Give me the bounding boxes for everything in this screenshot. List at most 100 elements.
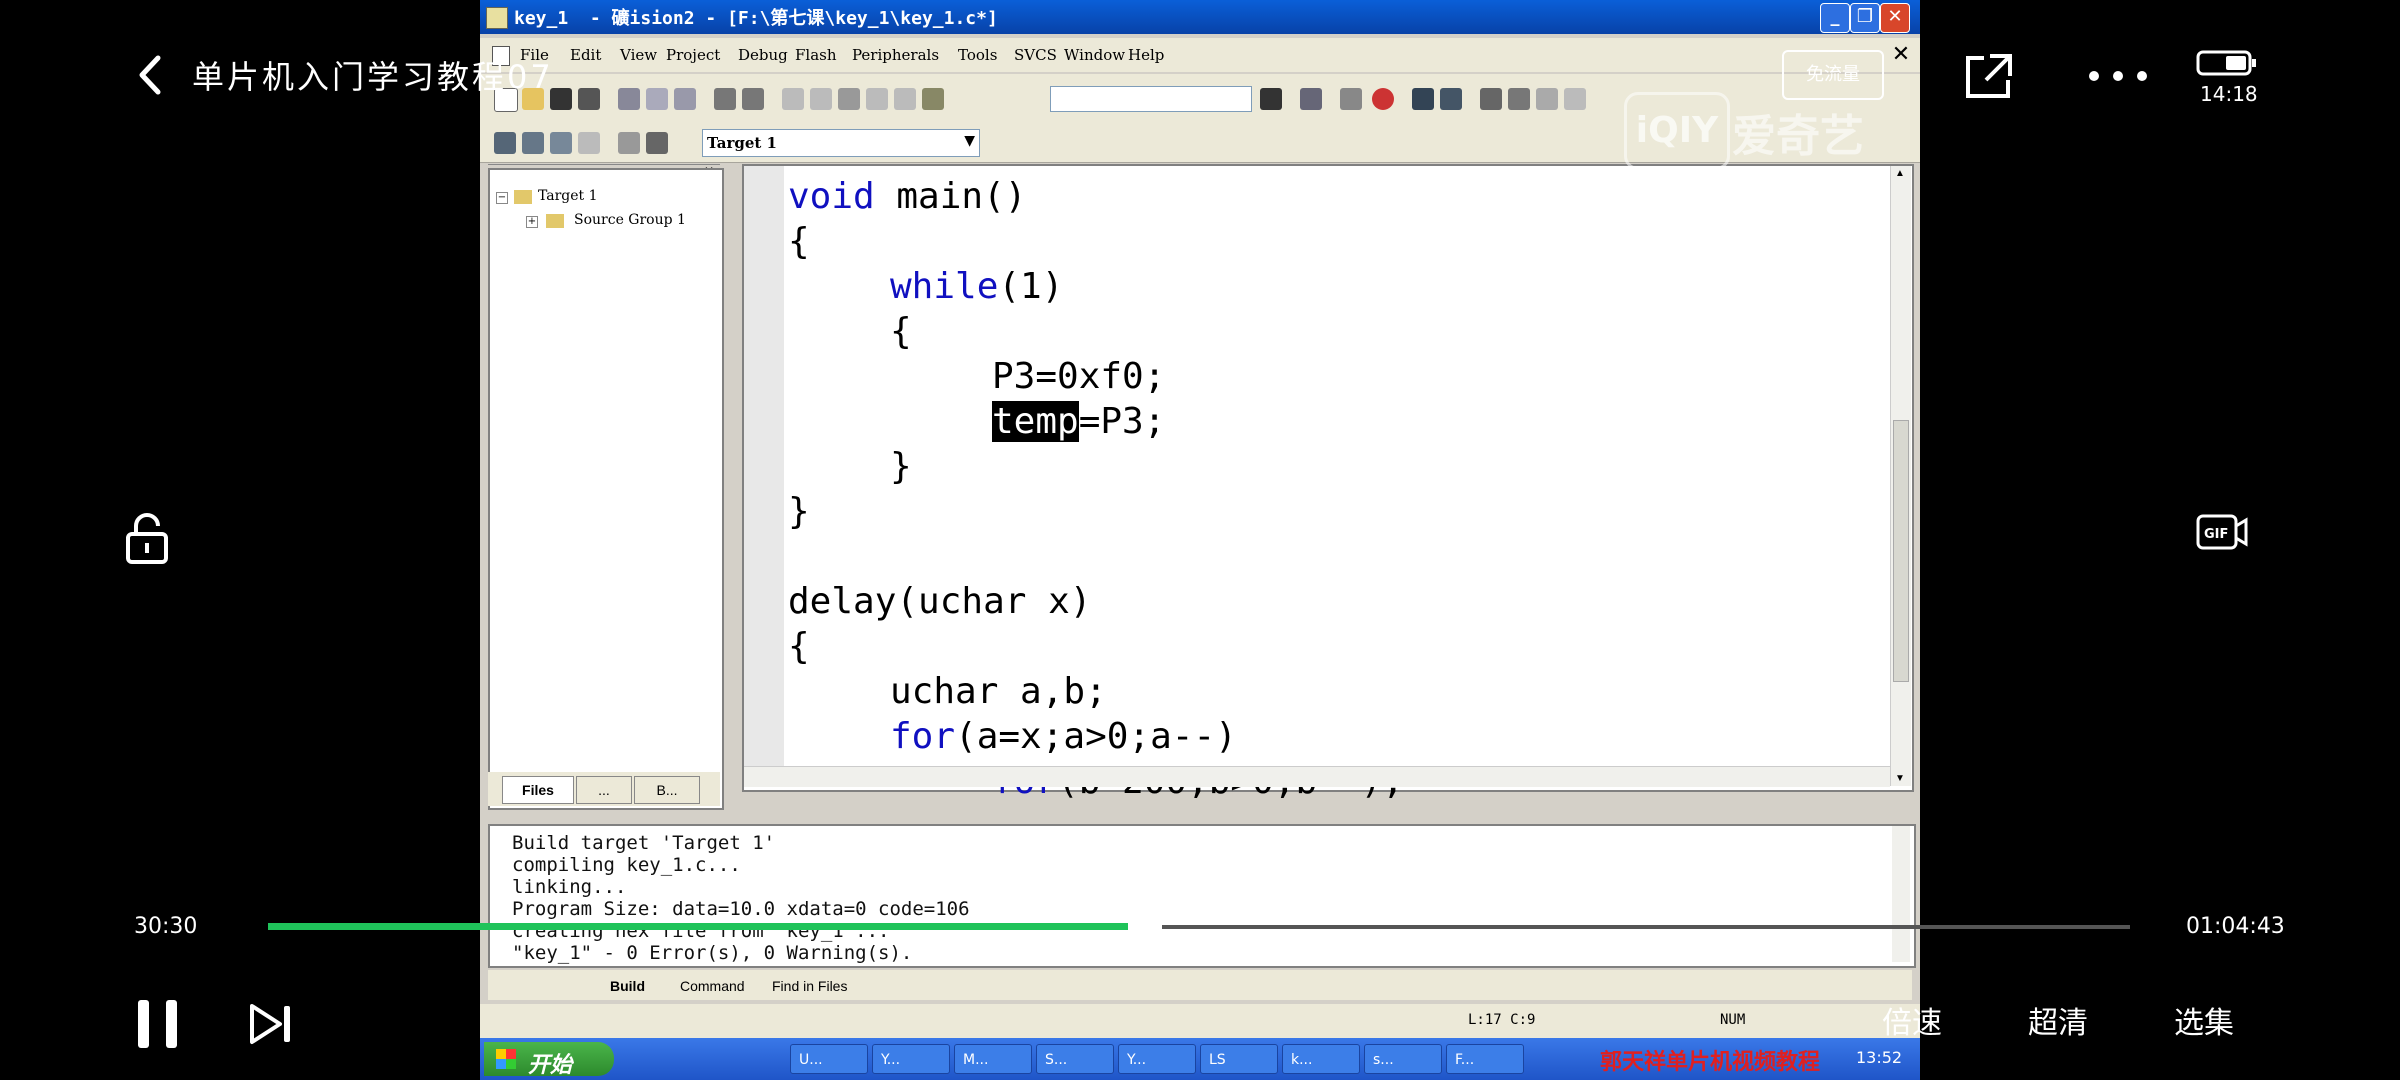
taskbar-item[interactable]: Y...	[1118, 1044, 1196, 1074]
menu-project[interactable]: Project	[666, 46, 720, 64]
editor-vscrollbar[interactable]: ▲ ▼	[1890, 166, 1911, 786]
progress-knob[interactable]	[1128, 908, 1163, 946]
output-window-icon[interactable]	[1440, 88, 1462, 110]
tree-toggle-icon[interactable]: −	[496, 192, 508, 204]
menu-peripherals[interactable]: Peripherals	[852, 46, 939, 64]
code-text: (a=x;a>0;a--)	[955, 716, 1237, 757]
tab-files[interactable]: Files	[502, 776, 574, 804]
translate-icon[interactable]	[494, 132, 516, 154]
next-bookmark-icon[interactable]	[894, 88, 916, 110]
taskbar-item[interactable]: k...	[1282, 1044, 1360, 1074]
time-current: 30:30	[134, 914, 198, 939]
tab-command[interactable]: Command	[680, 978, 745, 1000]
chevron-down-icon[interactable]: ▼	[964, 133, 975, 149]
video-title: 单片机入门学习教程07	[192, 58, 554, 96]
taskbar-item[interactable]: LS	[1200, 1044, 1278, 1074]
download-icon[interactable]	[618, 132, 640, 154]
video-frame[interactable]: key_1 - 礦ision2 - [F:\第七课\key_1\key_1.c*…	[480, 0, 1920, 1080]
code-text: }	[890, 446, 912, 487]
more-icon[interactable]	[2088, 68, 2148, 88]
code-line: {	[788, 626, 810, 667]
gif-record-icon[interactable]: GIF	[2196, 512, 2248, 556]
menu-edit[interactable]: Edit	[570, 46, 601, 64]
mdi-close-icon[interactable]: ✕	[1888, 42, 1914, 68]
taskbar-clock: 13:52	[1856, 1048, 1903, 1067]
tool-icon[interactable]	[1564, 88, 1586, 110]
find-combo[interactable]	[1050, 86, 1252, 112]
outdent-icon[interactable]	[810, 88, 832, 110]
menu-window[interactable]: Window	[1064, 46, 1125, 64]
close-icon[interactable]: ✕	[1880, 3, 1910, 33]
menu-help[interactable]: Help	[1128, 46, 1164, 64]
bookmark-icon[interactable]	[838, 88, 860, 110]
pause-icon[interactable]	[136, 998, 180, 1054]
tree-child[interactable]: Source Group 1	[574, 212, 686, 228]
copy-icon[interactable]	[646, 88, 668, 110]
tree-toggle-icon[interactable]: +	[526, 216, 538, 228]
save-all-icon[interactable]	[578, 88, 600, 110]
window-icon[interactable]	[1412, 88, 1434, 110]
code-keyword: while	[890, 266, 999, 307]
hand-icon[interactable]	[1480, 88, 1502, 110]
build-icon[interactable]	[522, 132, 544, 154]
episodes-button[interactable]: 选集	[2174, 998, 2234, 1042]
taskbar-item[interactable]: S...	[1036, 1044, 1114, 1074]
redo-icon[interactable]	[742, 88, 764, 110]
tree-root[interactable]: Target 1	[538, 188, 598, 204]
undo-icon[interactable]	[714, 88, 736, 110]
zoom-icon[interactable]	[1372, 88, 1394, 110]
scroll-thumb[interactable]	[1893, 420, 1909, 682]
quality-button[interactable]: 超清	[2028, 998, 2088, 1042]
target-select[interactable]: Target 1 ▼	[702, 129, 980, 157]
tab-build[interactable]: Build	[610, 978, 645, 1000]
start-button[interactable]: 开始	[484, 1042, 614, 1078]
output-line: Build target 'Target 1'	[512, 832, 776, 854]
free-flow-badge[interactable]: 免流量	[1782, 50, 1884, 100]
rebuild-icon[interactable]	[550, 132, 572, 154]
code-editor[interactable]: void main(){while(1){P3=0xf0; temp=P3;}} d…	[742, 164, 1914, 802]
scroll-down-icon[interactable]: ▼	[1895, 773, 1905, 784]
taskbar-item[interactable]: s...	[1364, 1044, 1442, 1074]
indent-icon[interactable]	[782, 88, 804, 110]
minimize-icon[interactable]: _	[1820, 3, 1850, 33]
scroll-up-icon[interactable]: ▲	[1895, 168, 1905, 179]
maximize-icon[interactable]: ❐	[1850, 3, 1880, 33]
stop-build-icon[interactable]	[578, 132, 600, 154]
back-icon[interactable]	[130, 50, 170, 100]
print-icon[interactable]	[1340, 88, 1362, 110]
tab-find-in-files[interactable]: Find in Files	[772, 978, 847, 1000]
debug-icon[interactable]	[1300, 88, 1322, 110]
taskbar-item[interactable]: F...	[1446, 1044, 1524, 1074]
tab-books[interactable]: B...	[634, 776, 700, 804]
output-vscrollbar[interactable]	[1892, 826, 1910, 962]
taskbar-item[interactable]: M...	[954, 1044, 1032, 1074]
target-select-value: Target 1	[707, 134, 777, 152]
config-icon[interactable]	[1536, 88, 1558, 110]
next-icon[interactable]	[246, 1000, 296, 1052]
speed-button[interactable]: 倍速	[1882, 998, 1942, 1042]
taskbar-item[interactable]: U...	[790, 1044, 868, 1074]
output-line: compiling key_1.c...	[512, 854, 741, 876]
target-options-icon[interactable]	[646, 132, 668, 154]
binoculars-icon[interactable]	[1260, 88, 1282, 110]
editor-hscrollbar[interactable]	[744, 766, 1890, 787]
code-line: }	[788, 491, 810, 532]
paste-icon[interactable]	[674, 88, 696, 110]
find-in-files-icon[interactable]	[922, 88, 944, 110]
progress-fill	[268, 923, 1146, 930]
code-line: while(1)	[890, 266, 1063, 307]
lock-icon[interactable]	[124, 510, 170, 570]
menu-flash[interactable]: Flash	[795, 46, 837, 64]
tab-regs[interactable]: ...	[576, 776, 632, 804]
prev-bookmark-icon[interactable]	[866, 88, 888, 110]
menu-debug[interactable]: Debug	[738, 46, 788, 64]
taskbar-item[interactable]: Y...	[872, 1044, 950, 1074]
panel-tabs: Files ... B...	[488, 772, 720, 806]
settings-icon[interactable]	[1508, 88, 1530, 110]
menu-tools[interactable]: Tools	[958, 46, 997, 64]
share-icon[interactable]	[1962, 50, 2016, 106]
menu-svcs[interactable]: SVCS	[1014, 46, 1057, 64]
cut-icon[interactable]	[618, 88, 640, 110]
tab-command-label: Command	[680, 978, 745, 994]
menu-view[interactable]: View	[620, 46, 657, 64]
